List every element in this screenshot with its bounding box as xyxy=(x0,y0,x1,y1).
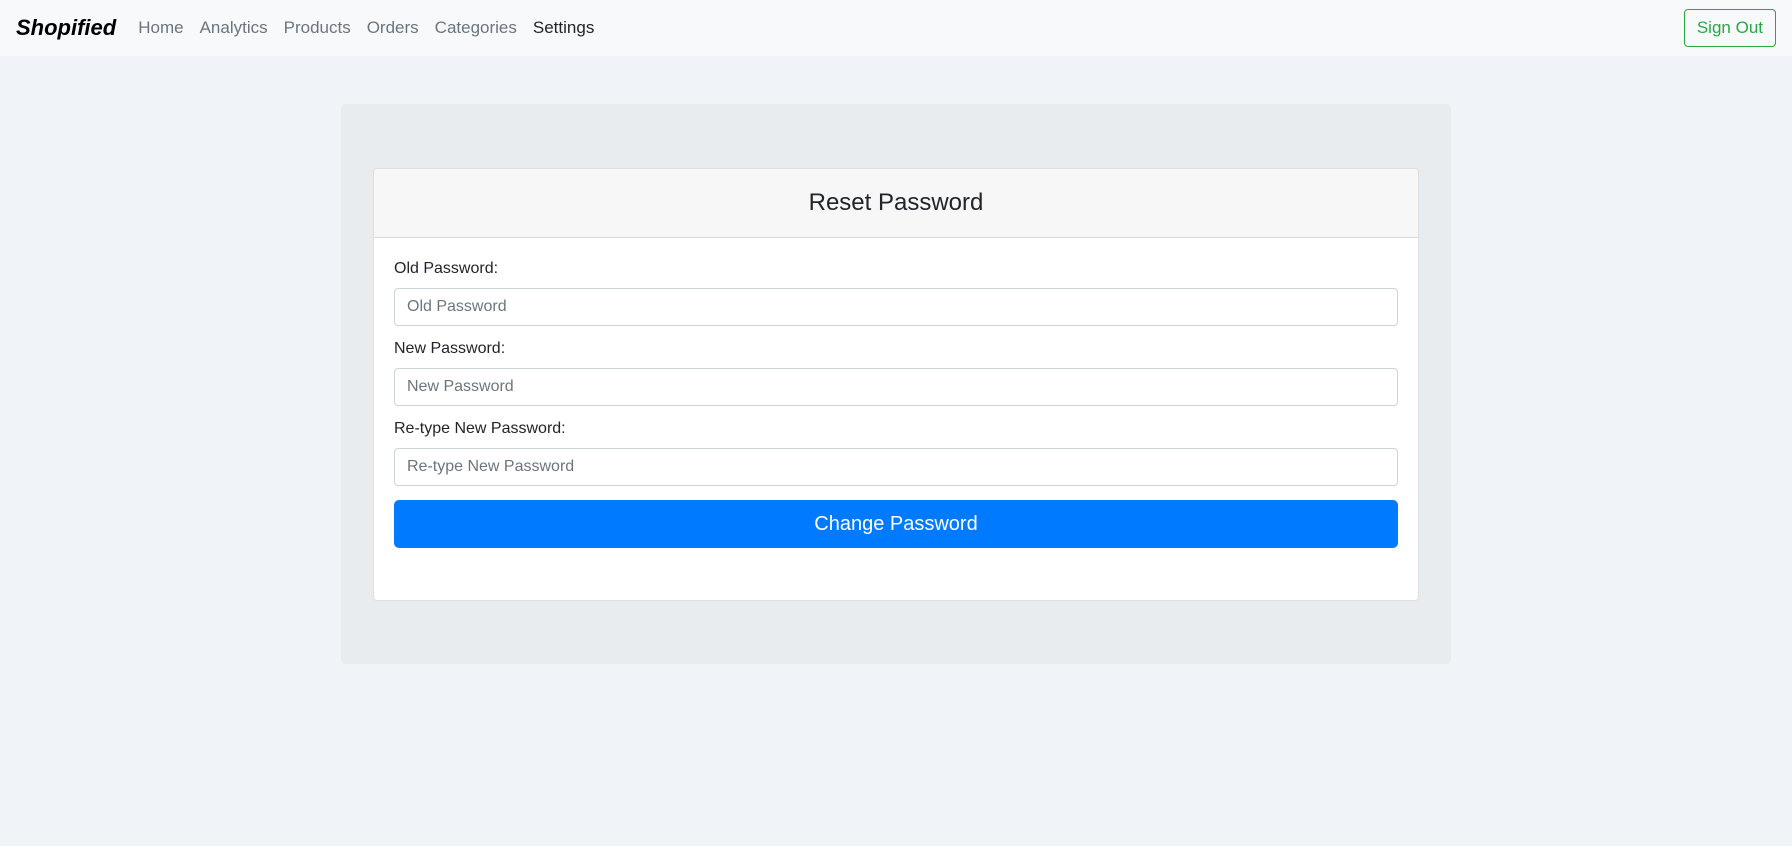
settings-panel: Reset Password Old Password: New Passwor… xyxy=(341,104,1451,664)
nav-link-categories[interactable]: Categories xyxy=(427,18,525,38)
new-password-group: New Password: xyxy=(394,340,1398,406)
brand-logo[interactable]: Shopified xyxy=(16,15,116,41)
retype-password-group: Re-type New Password: xyxy=(394,420,1398,486)
nav-link-orders[interactable]: Orders xyxy=(359,18,427,38)
new-password-label: New Password: xyxy=(394,340,506,357)
old-password-label: Old Password: xyxy=(394,260,499,277)
retype-password-input[interactable] xyxy=(394,448,1398,486)
nav-link-analytics[interactable]: Analytics xyxy=(192,18,276,38)
sign-out-button[interactable]: Sign Out xyxy=(1683,9,1776,47)
nav-links: Home Analytics Products Orders Categorie… xyxy=(130,18,602,38)
retype-password-label: Re-type New Password: xyxy=(394,420,566,437)
old-password-input[interactable] xyxy=(394,288,1398,326)
nav-link-home[interactable]: Home xyxy=(130,18,191,38)
card-title: Reset Password xyxy=(808,189,984,216)
card-body: Old Password: New Password: Re-type New … xyxy=(374,238,1418,548)
reset-password-card: Reset Password Old Password: New Passwor… xyxy=(373,168,1419,601)
nav-link-settings[interactable]: Settings xyxy=(525,18,602,38)
top-navbar: Shopified Home Analytics Products Orders… xyxy=(0,0,1792,56)
nav-link-products[interactable]: Products xyxy=(276,18,359,38)
new-password-input[interactable] xyxy=(394,368,1398,406)
change-password-button[interactable]: Change Password xyxy=(394,500,1398,548)
card-header: Reset Password xyxy=(374,169,1418,238)
old-password-group: Old Password: xyxy=(394,260,1398,326)
